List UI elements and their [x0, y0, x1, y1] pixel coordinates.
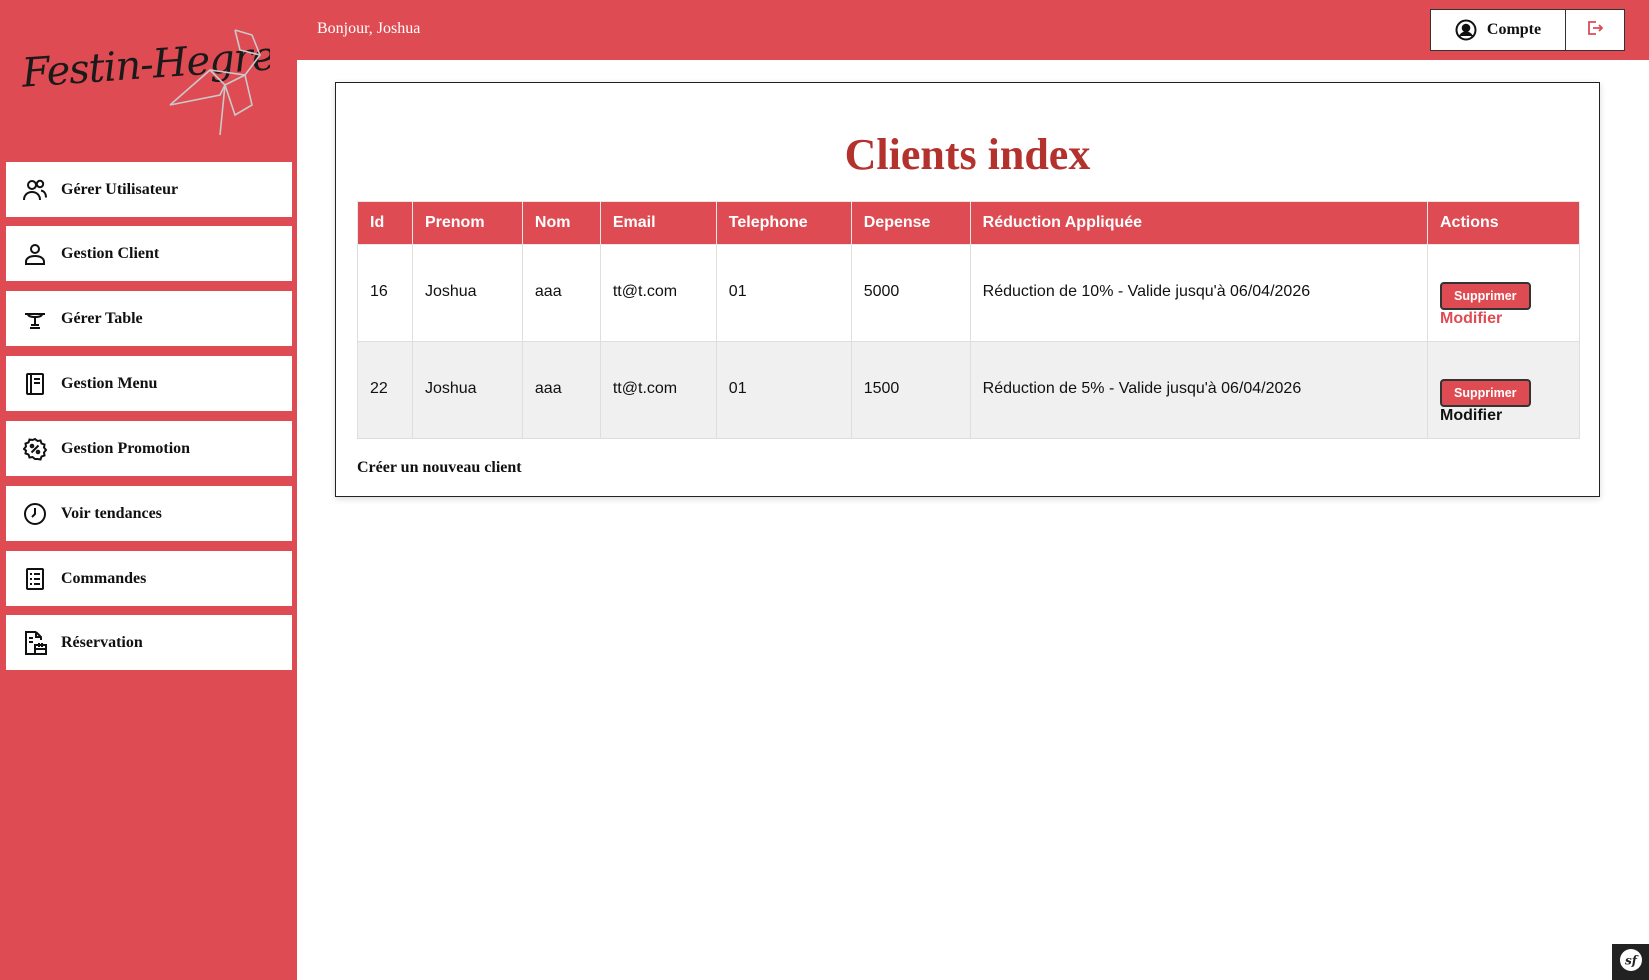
- edit-link[interactable]: Modifier: [1440, 407, 1567, 425]
- cell-nom: aaa: [521, 341, 601, 439]
- cell-id: 22: [357, 341, 413, 439]
- promotion-icon: [21, 435, 49, 463]
- cell-telephone: 01: [715, 244, 852, 342]
- svg-text:Festin-Hegre: Festin-Hegre: [20, 33, 270, 97]
- logout-icon: [1587, 20, 1604, 41]
- logout-button[interactable]: [1565, 9, 1625, 51]
- account-label: Compte: [1486, 21, 1542, 38]
- cell-reduction: Réduction de 5% - Valide jusqu'à 06/04/2…: [969, 341, 1429, 439]
- sidebar: Festin-Hegre Gérer Utilisateur Gestion C…: [0, 0, 297, 980]
- sidebar-item-label: Gérer Utilisateur: [61, 180, 179, 198]
- create-client-link[interactable]: Créer un nouveau client: [357, 459, 522, 477]
- svg-text:sf: sf: [1625, 953, 1639, 967]
- sidebar-item-gerer-table[interactable]: Gérer Table: [6, 291, 292, 346]
- list-icon: [21, 565, 49, 593]
- cell-id: 16: [357, 244, 413, 342]
- cell-actions: Supprimer Modifier: [1427, 244, 1580, 342]
- sidebar-item-reservation[interactable]: Réservation: [6, 615, 292, 670]
- users-icon: [21, 176, 49, 204]
- top-header: Bonjour, Joshua Compte: [297, 0, 1649, 60]
- account-button[interactable]: Compte: [1430, 9, 1566, 51]
- cell-depense: 5000: [850, 244, 971, 342]
- table-header-row: Id Prenom Nom Email Telephone Depense Ré…: [357, 201, 1580, 245]
- column-header-actions: Actions: [1427, 201, 1580, 245]
- sidebar-item-label: Gestion Client: [61, 244, 160, 262]
- column-header-nom: Nom: [521, 201, 601, 245]
- cell-email: tt@t.com: [599, 341, 717, 439]
- sidebar-item-voir-tendances[interactable]: Voir tendances: [6, 486, 292, 541]
- table-row: 16 Joshua aaa tt@t.com 01 5000 Réduction…: [357, 244, 1580, 342]
- delete-button[interactable]: Supprimer: [1440, 282, 1531, 310]
- account-circle-icon: [1455, 19, 1477, 41]
- cell-prenom: Joshua: [411, 244, 523, 342]
- cell-telephone: 01: [715, 341, 852, 439]
- column-header-depense: Depense: [850, 201, 971, 245]
- sidebar-item-label: Réservation: [61, 633, 143, 651]
- table-icon: [21, 305, 49, 333]
- edit-link[interactable]: Modifier: [1440, 310, 1567, 328]
- page-title: Clients index: [844, 130, 1091, 179]
- sidebar-item-gestion-menu[interactable]: Gestion Menu: [6, 356, 292, 411]
- menu-book-icon: [21, 370, 49, 398]
- table-row: 22 Joshua aaa tt@t.com 01 1500 Réduction…: [357, 341, 1580, 439]
- cell-email: tt@t.com: [599, 244, 717, 342]
- sidebar-item-label: Commandes: [61, 569, 147, 587]
- greeting-text: Bonjour, Joshua: [317, 20, 421, 37]
- brand-logo[interactable]: Festin-Hegre: [19, 10, 276, 145]
- symfony-logo-icon: sf: [1619, 948, 1643, 977]
- sidebar-item-label: Voir tendances: [61, 504, 162, 522]
- cell-reduction: Réduction de 10% - Valide jusqu'à 06/04/…: [969, 244, 1429, 342]
- column-header-id: Id: [357, 201, 413, 245]
- sidebar-item-commandes[interactable]: Commandes: [6, 551, 292, 606]
- column-header-email: Email: [599, 201, 717, 245]
- sidebar-item-gestion-promotion[interactable]: Gestion Promotion: [6, 421, 292, 476]
- sidebar-item-label: Gestion Menu: [61, 374, 158, 392]
- reservation-icon: [21, 629, 49, 657]
- sidebar-item-label: Gestion Promotion: [61, 439, 191, 457]
- clients-card: Clients index Id Prenom Nom Email Teleph…: [335, 82, 1600, 497]
- column-header-reduction: Réduction Appliquée: [969, 201, 1429, 245]
- symfony-toolbar-button[interactable]: sf: [1612, 944, 1649, 980]
- column-header-telephone: Telephone: [715, 201, 852, 245]
- cell-prenom: Joshua: [411, 341, 523, 439]
- cell-nom: aaa: [521, 244, 601, 342]
- clients-table: Id Prenom Nom Email Telephone Depense Ré…: [357, 201, 1580, 439]
- clock-icon: [21, 500, 49, 528]
- sidebar-item-label: Gérer Table: [61, 309, 143, 327]
- column-header-prenom: Prenom: [411, 201, 523, 245]
- cell-actions: Supprimer Modifier: [1427, 341, 1580, 439]
- user-icon: [21, 240, 49, 268]
- cell-depense: 1500: [850, 341, 971, 439]
- sidebar-item-gerer-utilisateur[interactable]: Gérer Utilisateur: [6, 162, 292, 217]
- delete-button[interactable]: Supprimer: [1440, 379, 1531, 407]
- sidebar-item-gestion-client[interactable]: Gestion Client: [6, 226, 292, 281]
